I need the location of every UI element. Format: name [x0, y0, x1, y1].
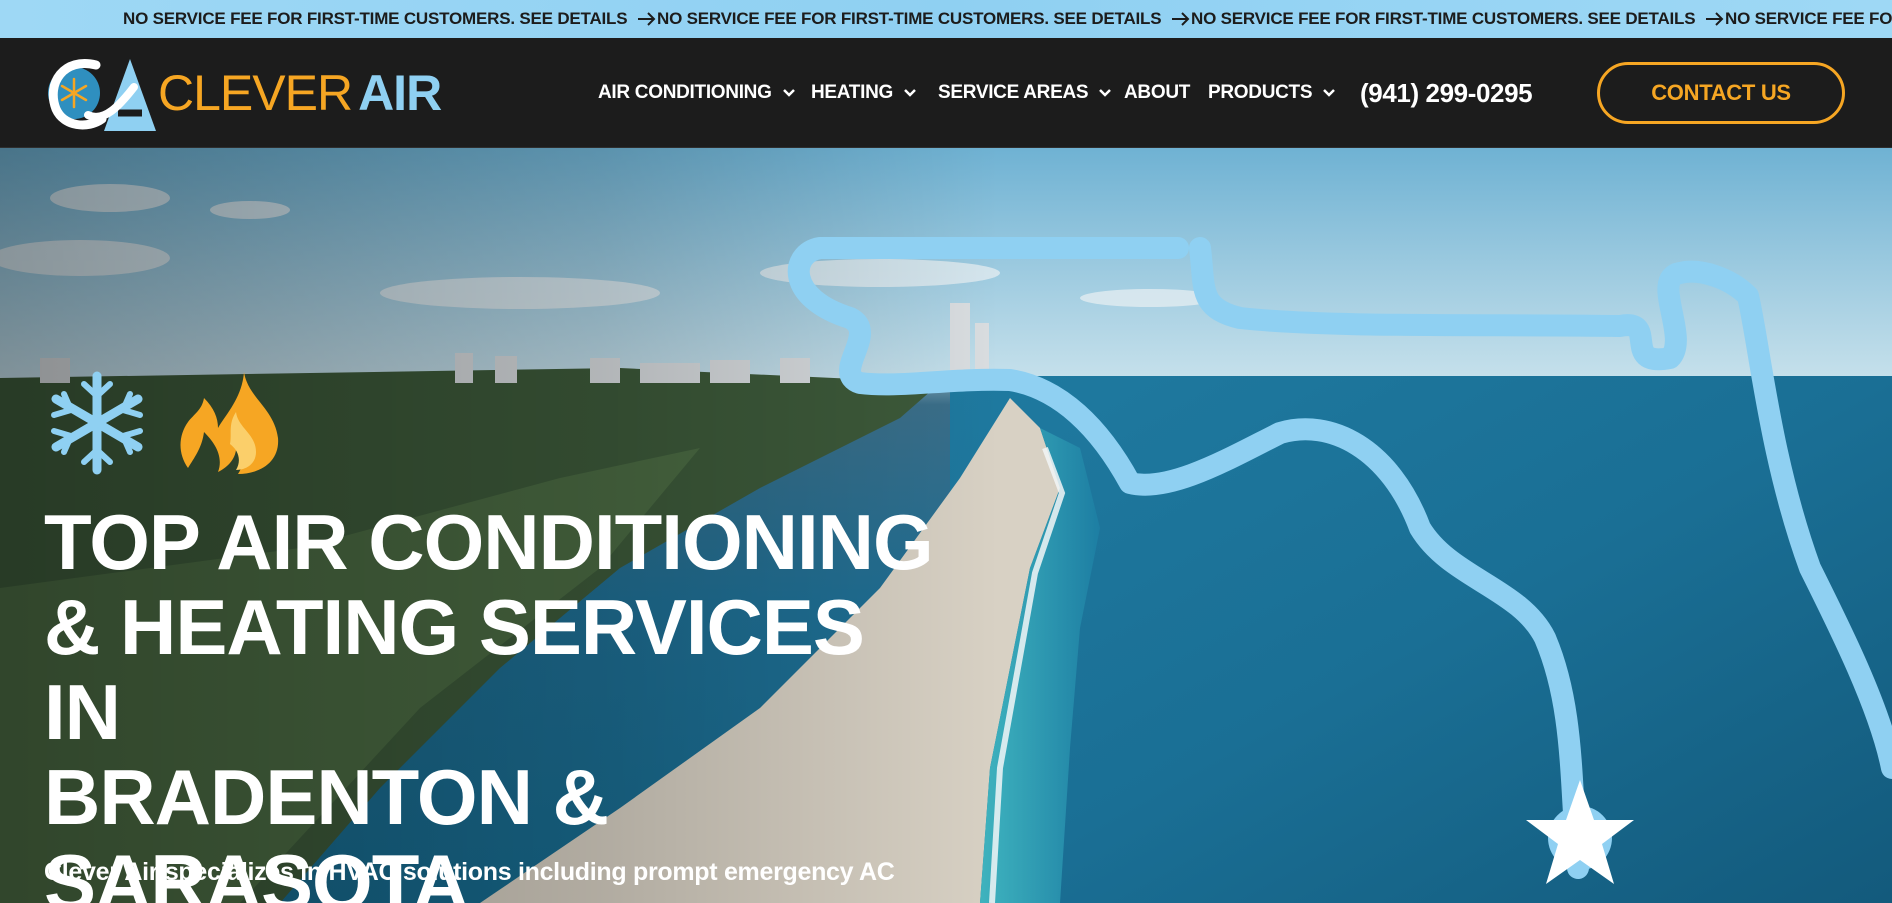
promo-message[interactable]: NO SERVICE FEE FOR FIRST-TIME CUSTOMERS.… [123, 0, 657, 38]
nav-label: PRODUCTS [1208, 82, 1313, 103]
logo-text-clever: CLEVER [158, 65, 353, 121]
promo-ticker[interactable]: NO SERVICE FEE FOR FIRST-TIME CUSTOMERS.… [0, 0, 1892, 38]
promo-text: NO SERVICE FEE FOR FIRST-TIME CUSTOMERS.… [123, 9, 628, 28]
hero-icons [44, 368, 284, 478]
nav-air-conditioning[interactable]: AIR CONDITIONING [598, 38, 796, 148]
logo-mark-icon [48, 59, 156, 131]
nav-about[interactable]: ABOUT [1124, 38, 1190, 148]
nav-label: HEATING [811, 82, 893, 103]
promo-text: NO SERVICE FEE FOR FIRST-TIME CUSTOMERS.… [657, 9, 1162, 28]
hero-title: TOP AIR CONDITIONING & HEATING SERVICES … [44, 500, 944, 903]
hero-title-line: & HEATING SERVICES IN [44, 583, 865, 756]
chevron-down-icon [782, 88, 796, 98]
arrow-right-icon [637, 11, 657, 27]
chevron-down-icon [1098, 88, 1112, 98]
hero-title-line: TOP AIR CONDITIONING [44, 498, 934, 586]
site-header: CLEVER AIR AIR CONDITIONING HEATING SERV… [0, 38, 1892, 148]
snowflake-icon [51, 371, 143, 475]
nav-service-areas[interactable]: SERVICE AREAS [938, 38, 1112, 148]
contact-us-button[interactable]: CONTACT US [1597, 62, 1845, 124]
chevron-down-icon [903, 88, 917, 98]
logo[interactable]: CLEVER AIR [44, 52, 442, 134]
phone-link[interactable]: (941) 299-0295 [1360, 38, 1533, 148]
nav-products[interactable]: PRODUCTS [1208, 38, 1336, 148]
arrow-right-icon [1171, 11, 1191, 27]
arrow-right-icon [1705, 11, 1725, 27]
hero-subtitle: Clever Air specializes in HVAC solutions… [44, 858, 895, 886]
promo-text: NO SERVICE FEE FOR FIRST-TIME CUSTOMERS.… [1191, 9, 1696, 28]
flame-icon [180, 372, 279, 474]
promo-message[interactable]: NO SERVICE FEE FOR FIRST-TIME CUSTOMERS.… [1725, 0, 1892, 38]
promo-message[interactable]: NO SERVICE FEE FOR FIRST-TIME CUSTOMERS.… [657, 0, 1191, 38]
nav-label: AIR CONDITIONING [598, 82, 772, 103]
hero-section: TOP AIR CONDITIONING & HEATING SERVICES … [0, 148, 1892, 903]
nav-label: SERVICE AREAS [938, 82, 1089, 103]
logo-text-air: AIR [358, 65, 442, 121]
promo-text: NO SERVICE FEE FOR FIRST-TIME CUSTOMERS.… [1725, 9, 1892, 28]
promo-message[interactable]: NO SERVICE FEE FOR FIRST-TIME CUSTOMERS.… [1191, 0, 1725, 38]
nav-label: ABOUT [1124, 82, 1191, 103]
chevron-down-icon [1322, 88, 1336, 98]
nav-heating[interactable]: HEATING [811, 38, 917, 148]
hero-title-line: BRADENTON & [44, 753, 609, 841]
